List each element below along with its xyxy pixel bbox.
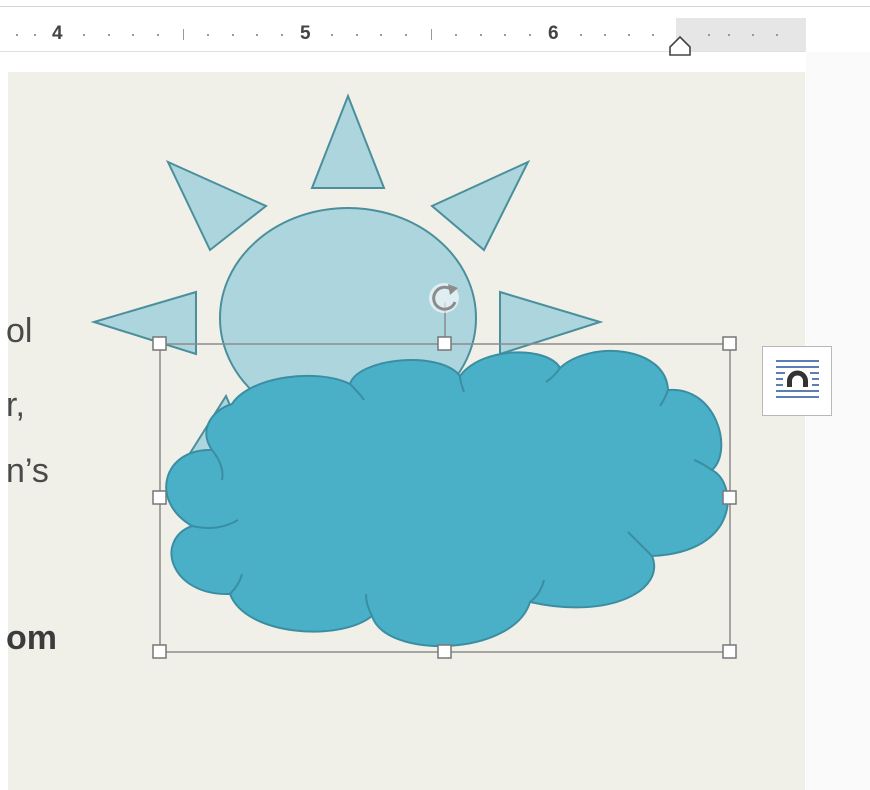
sun-ray: [430, 159, 531, 252]
resize-handle-top-right: [722, 336, 737, 351]
layout-options-icon: [776, 360, 819, 398]
drawing-layer: [90, 93, 737, 659]
layout-options-button[interactable]: [762, 346, 832, 416]
resize-handle-middle-right: [722, 490, 737, 505]
resize-handle-bottom-left: [152, 644, 167, 659]
resize-handle-top-center: [437, 336, 452, 351]
cloud-shape[interactable]: [165, 350, 729, 648]
resize-handle-top-left: [152, 336, 167, 351]
rotate-icon[interactable]: [429, 283, 459, 313]
resize-handle-bottom-center: [437, 644, 452, 659]
resize-handle-middle-left: [152, 490, 167, 505]
sun-ray: [165, 159, 268, 252]
resize-handle-bottom-right: [722, 644, 737, 659]
sun-ray: [310, 93, 386, 189]
